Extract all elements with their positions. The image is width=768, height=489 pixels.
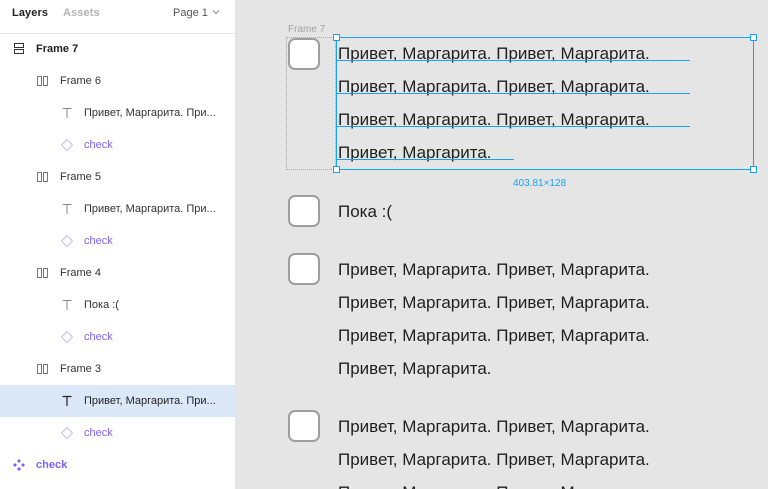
resize-handle-bottom-left[interactable] xyxy=(333,166,340,173)
layer-label: Привет, Маргарита. При... xyxy=(84,107,216,119)
resize-handle-top-right[interactable] xyxy=(750,34,757,41)
layer-row-check-component[interactable]: check xyxy=(0,449,235,481)
columns-icon xyxy=(37,364,48,374)
check-component[interactable] xyxy=(288,195,320,227)
text-line: Пока :( xyxy=(338,202,393,221)
layer-label: check xyxy=(36,459,68,471)
text-line: Привет, Маргарита. Привет, Маргарита. xyxy=(338,417,650,436)
layer-row-check[interactable]: check xyxy=(0,225,235,257)
layer-row-frame-7[interactable]: Frame 7 xyxy=(0,33,235,65)
text-icon xyxy=(62,204,72,214)
layer-row-frame-3[interactable]: Frame 3 xyxy=(0,353,235,385)
panel-tabs: Layers Assets Page 1 xyxy=(0,0,235,30)
selection-size-label: 403.81×128 xyxy=(513,178,567,189)
text-block[interactable]: Привет, Маргарита. Привет, Маргарита. Пр… xyxy=(338,410,650,489)
check-component[interactable] xyxy=(288,38,320,70)
layer-label: Frame 4 xyxy=(60,267,101,279)
layer-row-text[interactable]: Привет, Маргарита. При... xyxy=(0,97,235,129)
chevron-down-icon[interactable] xyxy=(212,9,220,15)
page-selector[interactable]: Page 1 xyxy=(173,7,208,19)
layer-label: Пока :( xyxy=(84,299,119,311)
instance-icon xyxy=(60,138,74,152)
text-line: Привет, Маргарита. Привет, Маргарита. xyxy=(338,450,650,469)
layer-label: Frame 5 xyxy=(60,171,101,183)
tab-layers[interactable]: Layers xyxy=(12,7,48,19)
check-component[interactable] xyxy=(288,253,320,285)
resize-handle-top-left[interactable] xyxy=(333,34,340,41)
layer-label: Привет, Маргарита. При... xyxy=(84,203,216,215)
text-icon xyxy=(62,108,72,118)
layer-row-text[interactable]: Пока :( xyxy=(0,289,235,321)
text-block[interactable]: Привет, Маргарита. Привет, Маргарита. Пр… xyxy=(338,253,650,385)
check-component[interactable] xyxy=(288,410,320,442)
resize-handle-bottom-right[interactable] xyxy=(750,166,757,173)
columns-icon xyxy=(37,268,48,278)
layer-label: Frame 7 xyxy=(36,43,79,55)
text-line: Привет, Маргарита. Привет, Маргарита. xyxy=(338,476,650,489)
layer-label: Frame 6 xyxy=(60,75,101,87)
text-line: Привет, Маргарита. Привет, Маргарита. xyxy=(338,326,650,345)
text-icon xyxy=(62,300,72,310)
layer-row-check[interactable]: check xyxy=(0,321,235,353)
columns-icon xyxy=(37,172,48,182)
layers-panel: Layers Assets Page 1 Frame 7 Frame 6 При… xyxy=(0,0,236,489)
rows-icon xyxy=(14,43,24,54)
instance-icon xyxy=(60,234,74,248)
layer-row-frame-5[interactable]: Frame 5 xyxy=(0,161,235,193)
component-icon xyxy=(13,459,25,471)
layer-row-check[interactable]: check xyxy=(0,417,235,449)
layer-label: Привет, Маргарита. При... xyxy=(84,395,216,407)
text-block[interactable]: Пока :( xyxy=(338,195,392,228)
layer-row-frame-4[interactable]: Frame 4 xyxy=(0,257,235,289)
layer-row-frame-6[interactable]: Frame 6 xyxy=(0,65,235,97)
frame-label[interactable]: Frame 7 xyxy=(288,24,325,35)
tab-assets[interactable]: Assets xyxy=(63,7,100,19)
text-line: Привет, Маргарита. Привет, Маргарита. xyxy=(338,260,650,279)
layer-label: check xyxy=(84,331,113,343)
layer-row-text-selected[interactable]: Привет, Маргарита. При... xyxy=(0,385,235,417)
instance-icon xyxy=(60,330,74,344)
layer-label: check xyxy=(84,427,113,439)
text-line: Привет, Маргарита. Привет, Маргарита. xyxy=(338,293,650,312)
layer-row-text[interactable]: Привет, Маргарита. При... xyxy=(0,193,235,225)
layer-label: check xyxy=(84,139,113,151)
selection-box xyxy=(336,37,754,170)
layer-label: Frame 3 xyxy=(60,363,101,375)
design-canvas[interactable]: Frame 7 Привет, Маргарита. Привет, Марга… xyxy=(237,0,768,489)
text-icon xyxy=(62,395,72,406)
text-line: Привет, Маргарита. xyxy=(338,359,492,378)
instance-icon xyxy=(60,426,74,440)
columns-icon xyxy=(37,76,48,86)
layer-label: check xyxy=(84,235,113,247)
layer-row-check[interactable]: check xyxy=(0,129,235,161)
